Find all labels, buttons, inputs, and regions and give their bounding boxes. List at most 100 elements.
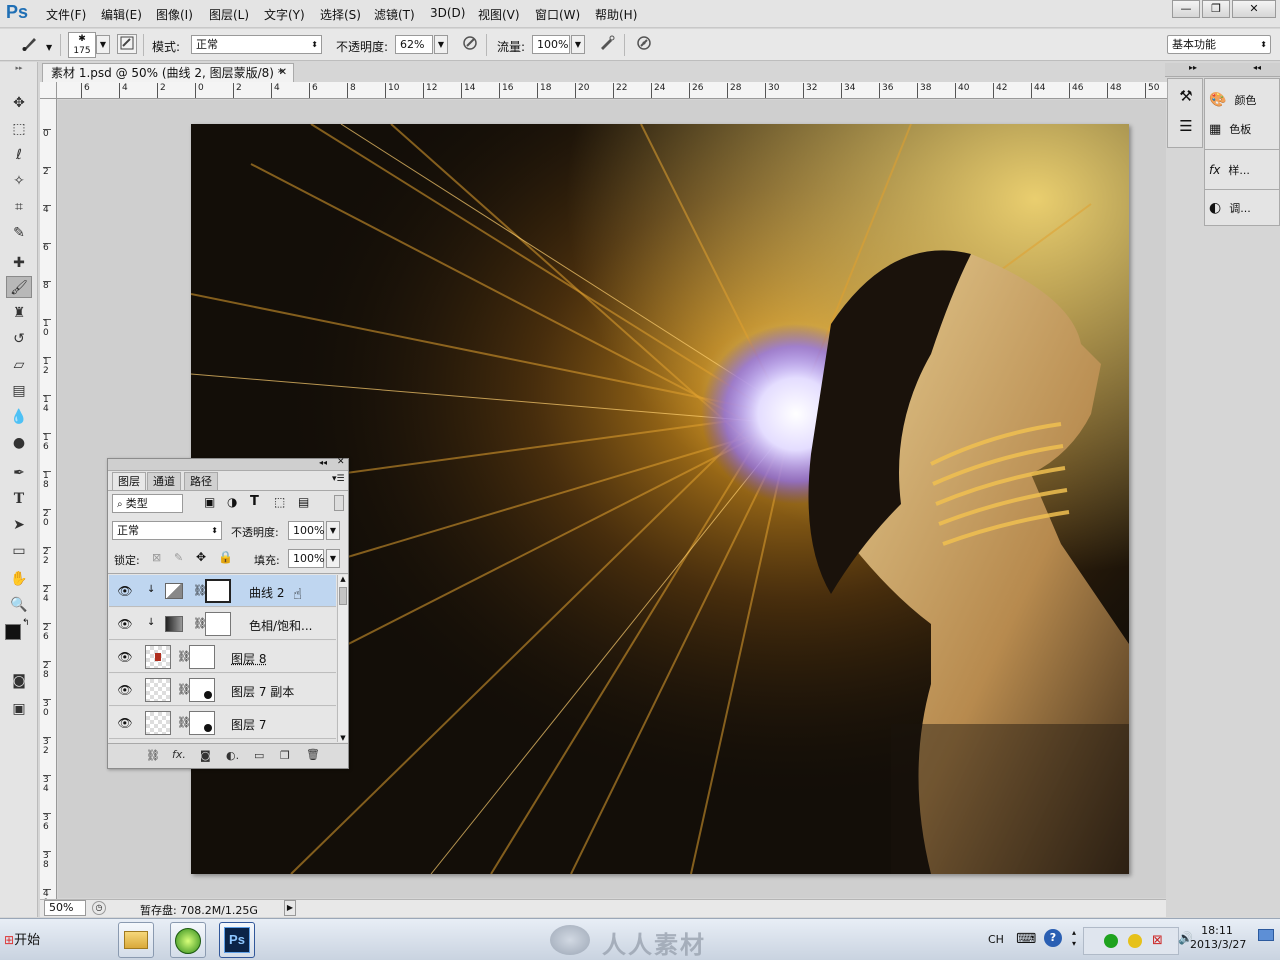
blend-mode-select[interactable]: 正常 ⬍ [112, 521, 222, 540]
flow-input[interactable]: 100% [532, 35, 570, 54]
tab-channels[interactable]: 通道 [147, 472, 181, 490]
menu-window[interactable]: 窗口(W) [535, 6, 580, 23]
brush-tool-icon[interactable] [20, 34, 40, 54]
lock-transparency-icon[interactable]: ⊠ [152, 551, 161, 564]
scroll-down-arrow-icon[interactable]: ▼ [338, 734, 348, 742]
layer-row[interactable]: 👁 ⛓ 图层 7 [109, 707, 336, 739]
screen-mode-icon[interactable]: ▣ [6, 698, 32, 720]
filter-smart-object-icon[interactable]: ▤ [298, 495, 309, 509]
color-panel-button[interactable]: 🎨 颜色 [1209, 85, 1277, 115]
vertical-ruler[interactable]: 0246810121416182022242628303234363840 [40, 99, 57, 899]
keyboard-tray-icon[interactable]: ⌨ [1016, 931, 1036, 947]
lock-pixels-icon[interactable]: ✎ [174, 551, 183, 564]
visibility-eye-icon[interactable]: 👁 [117, 715, 133, 731]
taskbar-browser-icon[interactable] [170, 922, 206, 958]
gradient-tool-icon[interactable]: ▤ [6, 380, 32, 402]
layer-mask-thumbnail[interactable] [189, 711, 215, 735]
swap-colors-icon[interactable]: ↰ [22, 618, 30, 628]
tray-expand-icon[interactable]: ▴ ▾ [1072, 927, 1076, 949]
path-selection-tool-icon[interactable]: ➤ [6, 514, 32, 536]
visibility-eye-icon[interactable]: 👁 [117, 649, 133, 665]
layer-thumbnail[interactable] [145, 711, 171, 735]
panel-collapse-icon[interactable]: ▸▸ [4, 64, 34, 72]
scroll-thumb[interactable] [339, 587, 347, 605]
network-error-icon[interactable]: ⊠ [1152, 933, 1163, 948]
visibility-eye-icon[interactable]: 👁 [117, 583, 133, 599]
tray-green-icon[interactable] [1104, 934, 1118, 948]
menu-3d[interactable]: 3D(D) [430, 6, 465, 20]
new-adjustment-layer-icon[interactable]: ◐. [226, 749, 239, 762]
type-tool-icon[interactable]: T [6, 488, 32, 510]
restore-button[interactable]: ❐ [1202, 0, 1230, 18]
history-brush-tool-icon[interactable]: ↺ [6, 328, 32, 350]
opacity-dropdown[interactable]: ▼ [434, 35, 448, 54]
clone-stamp-tool-icon[interactable]: ♜ [6, 302, 32, 324]
brush-preset-dropdown[interactable]: ▼ [96, 35, 110, 54]
panel-menu-icon[interactable]: ▾☰ [332, 474, 345, 484]
lock-position-icon[interactable]: ✥ [196, 550, 206, 564]
status-options-icon[interactable]: ◷ [92, 901, 106, 915]
filter-shape-icon[interactable]: ⬚ [274, 495, 285, 509]
layer-opacity-dropdown[interactable]: ▼ [326, 521, 340, 540]
zoom-level-field[interactable]: 50% [44, 900, 86, 916]
brush-panel-icon[interactable]: ⚒ [1175, 87, 1197, 109]
visibility-eye-icon[interactable]: 👁 [117, 616, 133, 632]
language-indicator[interactable]: CH [988, 933, 1004, 946]
link-layers-icon[interactable]: ⛓ [146, 749, 160, 762]
menu-edit[interactable]: 编辑(E) [101, 6, 142, 23]
opacity-input[interactable]: 62% [395, 35, 433, 54]
pen-tool-icon[interactable]: ✒ [6, 462, 32, 484]
ruler-origin[interactable] [40, 82, 57, 99]
layer-thumbnail[interactable] [145, 678, 171, 702]
close-panel-icon[interactable]: ✕ [337, 457, 345, 467]
taskbar-explorer-icon[interactable] [118, 922, 154, 958]
foreground-color-swatch[interactable] [5, 624, 21, 640]
mode-select[interactable]: 正常 ⬍ [191, 35, 322, 54]
layer-opacity-input[interactable]: 100% [288, 521, 324, 540]
swatches-panel-button[interactable]: ▦ 色板 [1209, 115, 1277, 145]
tab-paths[interactable]: 路径 [184, 472, 218, 490]
menu-file[interactable]: 文件(F) [46, 6, 86, 23]
menu-image[interactable]: 图像(I) [156, 6, 193, 23]
collapse-icons-icon[interactable]: ▸▸ [1189, 63, 1197, 72]
close-tab-icon[interactable]: ✕ [279, 64, 287, 82]
panel-dock-header[interactable]: ▸▸ ◂◂ [1165, 63, 1280, 77]
layer-name[interactable]: 曲线 2 [249, 584, 284, 601]
filter-toggle[interactable] [334, 495, 344, 511]
new-layer-icon[interactable]: ❐ [280, 749, 290, 762]
styles-panel-button[interactable]: fx 样... [1209, 155, 1277, 185]
minimize-button[interactable]: — [1172, 0, 1200, 18]
filter-type-icon[interactable]: T [250, 494, 259, 509]
shape-tool-icon[interactable]: ▭ [6, 540, 32, 562]
zoom-tool-icon[interactable]: 🔍 [6, 594, 32, 616]
start-button[interactable]: ⊞开始 [0, 923, 50, 957]
layer-style-fx-icon[interactable]: fx. [172, 748, 186, 761]
pressure-opacity-icon[interactable] [460, 34, 480, 54]
eyedropper-tool-icon[interactable]: ✎ [6, 222, 32, 244]
tool-preset-dropdown-icon[interactable]: ▼ [46, 43, 52, 52]
airbrush-icon[interactable] [597, 34, 617, 54]
flow-dropdown[interactable]: ▼ [571, 35, 585, 54]
menu-filter[interactable]: 滤镜(T) [374, 6, 415, 23]
brush-panel-toggle-icon[interactable] [117, 34, 137, 54]
layer-row[interactable]: 👁 ⛓ 图层 7 副本 [109, 674, 336, 706]
layer-mask-thumbnail[interactable] [189, 678, 215, 702]
brush-presets-icon[interactable]: ☰ [1175, 117, 1197, 139]
filter-pixel-icon[interactable]: ▣ [204, 495, 215, 509]
tray-yellow-icon[interactable] [1128, 934, 1142, 948]
menu-type[interactable]: 文字(Y) [264, 6, 305, 23]
panel-titlebar[interactable]: ◂◂ ✕ [108, 457, 348, 471]
menu-select[interactable]: 选择(S) [320, 6, 361, 23]
fill-input[interactable]: 100% [288, 549, 324, 568]
visibility-eye-icon[interactable]: 👁 [117, 682, 133, 698]
brush-tool-icon[interactable]: 🖌 [6, 276, 32, 298]
menu-layer[interactable]: 图层(L) [209, 6, 249, 23]
fill-dropdown[interactable]: ▼ [326, 549, 340, 568]
tab-layers[interactable]: 图层 [112, 472, 146, 490]
healing-brush-tool-icon[interactable]: ✚ [6, 252, 32, 274]
layer-row[interactable]: 👁 ↓ ⛓ 曲线 2 ☝ [109, 575, 336, 607]
layer-name[interactable]: 色相/饱和... [249, 617, 313, 634]
hand-tool-icon[interactable]: ✋ [6, 568, 32, 590]
close-button[interactable]: ✕ [1232, 0, 1276, 18]
filter-adjustment-icon[interactable]: ◑ [227, 495, 237, 509]
